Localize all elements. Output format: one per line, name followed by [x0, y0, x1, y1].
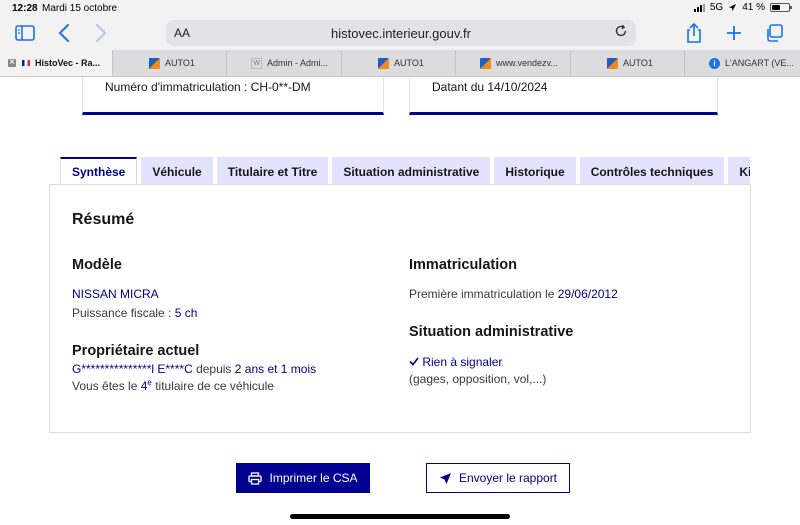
tab-controles-techniques[interactable]: Contrôles techniques	[579, 157, 725, 185]
situation-detail: (gages, opposition, vol,...)	[409, 372, 547, 386]
browser-tab-vendezvotrevoiture[interactable]: www.vendezv...	[456, 50, 571, 76]
modele-heading: Modèle	[72, 257, 122, 273]
auto1-icon	[480, 57, 491, 69]
proprietaire-name: G***************l E****C	[72, 362, 193, 376]
status-date: Mardi 15 octobre	[42, 3, 118, 14]
browser-tab-label: www.vendezv...	[496, 58, 558, 68]
synthese-panel: Résumé Modèle NISSAN MICRA Puissance fis…	[49, 184, 751, 433]
url-text[interactable]: histovec.interieur.gouv.fr	[166, 26, 636, 41]
browser-tab-label: Admin - Admi...	[267, 58, 329, 68]
w-icon: W	[251, 57, 262, 69]
auto1-icon	[378, 57, 389, 69]
browser-tab-label: L'ANGART (VE...	[725, 58, 794, 68]
browser-tab-label: HistoVec - Ra...	[35, 58, 101, 68]
address-bar[interactable]: AA histovec.interieur.gouv.fr	[166, 20, 636, 46]
situation-status-line: Rien à signaler	[409, 355, 502, 369]
new-tab-icon[interactable]	[724, 22, 744, 44]
check-icon	[409, 355, 419, 369]
premiere-immatriculation: Première immatriculation le 29/06/2012	[409, 287, 618, 301]
browser-tab-histovec[interactable]: ✕ HistoVec - Ra...	[0, 50, 113, 76]
reload-icon[interactable]	[614, 24, 628, 43]
titulaire-suffix: titulaire de ce véhicule	[151, 379, 274, 393]
page-content: Numéro d'immatriculation : CH-0**-DM Dat…	[0, 77, 800, 525]
printer-icon	[248, 471, 263, 485]
print-csa-button[interactable]: Imprimer le CSA	[236, 463, 370, 493]
status-bar: 12:28 Mardi 15 octobre 5G 41 %	[0, 0, 800, 16]
proprietaire-since-label: depuis	[192, 362, 235, 376]
premiere-immat-label: Première immatriculation le	[409, 287, 558, 301]
immatriculation-heading: Immatriculation	[409, 257, 517, 273]
tab-overview-icon[interactable]	[764, 22, 784, 44]
forward-icon[interactable]	[93, 22, 109, 44]
browser-toolbar: AA histovec.interieur.gouv.fr	[0, 16, 800, 50]
tab-kilometrage[interactable]: Kilo	[728, 157, 750, 185]
report-date: Datant du 14/10/2024	[432, 80, 548, 94]
tab-historique[interactable]: Historique	[494, 157, 576, 185]
browser-tab-auto1[interactable]: AUTO1	[571, 50, 685, 76]
signal-icon	[693, 3, 705, 12]
report-tabs: Synthèse Véhicule Titulaire et Titre Sit…	[60, 157, 750, 185]
browser-tab-strip: ✕ HistoVec - Ra... AUTO1 W Admin - Admi.…	[0, 50, 800, 77]
home-indicator	[290, 514, 510, 519]
sidebar-toggle-icon[interactable]	[14, 22, 36, 44]
report-date-card: Datant du 14/10/2024	[409, 77, 718, 115]
network-label: 5G	[709, 2, 724, 13]
browser-tab-label: AUTO1	[165, 58, 195, 68]
battery-label: 41 %	[742, 2, 765, 13]
send-report-label: Envoyer le rapport	[458, 471, 558, 485]
tab-situation-administrative[interactable]: Situation administrative	[332, 157, 491, 185]
puissance-label: Puissance fiscale :	[72, 306, 175, 320]
info-icon: i	[709, 57, 720, 69]
immatriculation-number: Numéro d'immatriculation : CH-0**-DM	[105, 80, 311, 94]
titulaire-count: Vous êtes le 4e titulaire de ce véhicule	[72, 378, 274, 393]
location-icon	[729, 3, 737, 12]
browser-tab-admin[interactable]: W Admin - Admi...	[227, 50, 342, 76]
tab-titulaire-et-titre[interactable]: Titulaire et Titre	[216, 157, 329, 185]
situation-status: Rien à signaler	[422, 355, 503, 369]
close-tab-icon[interactable]: ✕	[8, 59, 16, 67]
browser-tab-langart[interactable]: i L'ANGART (VE...	[685, 50, 800, 76]
proprietaire-line: G***************l E****C depuis 2 ans et…	[72, 362, 316, 376]
modele-name: NISSAN MICRA	[72, 287, 159, 301]
premiere-immat-date: 29/06/2012	[557, 287, 618, 301]
titulaire-prefix: Vous êtes le	[72, 379, 141, 393]
french-flag-icon	[22, 60, 30, 66]
summary-title: Résumé	[72, 211, 135, 228]
status-time: 12:28	[12, 3, 38, 14]
browser-tab-auto1[interactable]: AUTO1	[342, 50, 456, 76]
share-icon[interactable]	[684, 22, 704, 44]
browser-tab-label: AUTO1	[394, 58, 424, 68]
proprietaire-since-value: 2 ans et 1 mois	[234, 362, 317, 376]
status-right: 5G 41 %	[693, 2, 792, 13]
puissance-fiscale: Puissance fiscale : 5 ch	[72, 306, 197, 320]
back-icon[interactable]	[56, 22, 72, 44]
send-icon	[439, 472, 451, 484]
auto1-icon	[149, 57, 160, 69]
proprietaire-heading: Propriétaire actuel	[72, 343, 200, 359]
browser-tab-label: AUTO1	[623, 58, 653, 68]
puissance-value: 5 ch	[174, 306, 198, 320]
print-csa-label: Imprimer le CSA	[269, 471, 358, 485]
auto1-icon	[607, 57, 618, 69]
browser-tab-auto1[interactable]: AUTO1	[113, 50, 227, 76]
battery-icon	[770, 3, 792, 12]
tab-vehicule[interactable]: Véhicule	[141, 157, 213, 185]
tab-synthese[interactable]: Synthèse	[60, 157, 138, 185]
situation-heading: Situation administrative	[409, 324, 574, 340]
send-report-button[interactable]: Envoyer le rapport	[426, 463, 570, 493]
immatriculation-card: Numéro d'immatriculation : CH-0**-DM	[82, 77, 384, 115]
